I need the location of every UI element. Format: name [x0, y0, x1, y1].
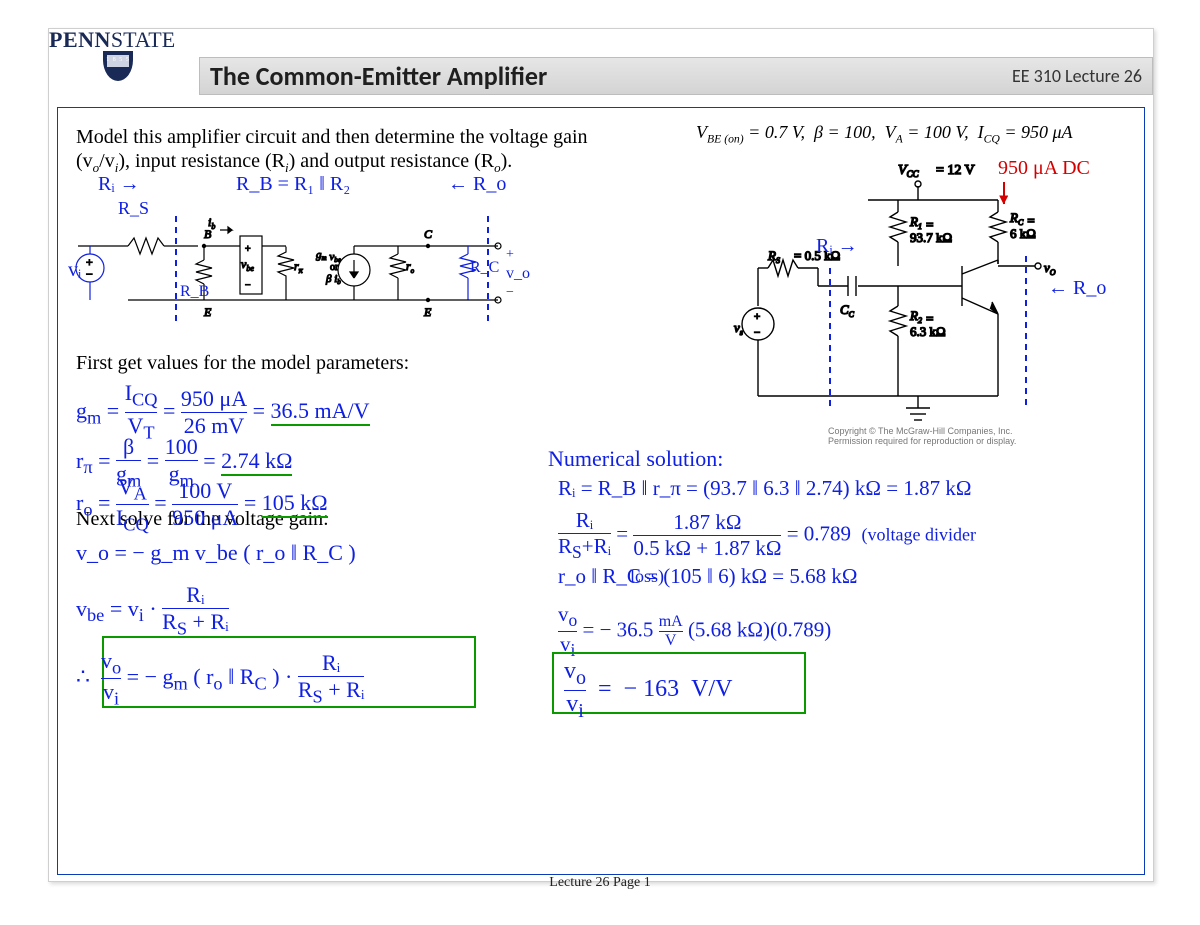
svg-text:−: − — [245, 280, 251, 291]
svg-text:← R_o: ← R_o — [1048, 277, 1106, 299]
small-signal-model: B + vbe − rπ — [68, 176, 628, 336]
svg-text:93.7 kΩ: 93.7 kΩ — [910, 230, 952, 245]
hw-num-rorc: r_o ‖ R_C = (105 ‖ 6) kΩ = 5.68 kΩ — [558, 564, 857, 589]
shield-year: 1 8 5 5 — [103, 57, 133, 63]
hw-num-ri: Rᵢ = R_B ‖ r_π = (93.7 ‖ 6.3 ‖ 2.74) kΩ … — [558, 476, 971, 501]
course-label: EE 310 Lecture 26 — [1012, 65, 1142, 87]
svg-text:6.3 kΩ: 6.3 kΩ — [910, 324, 946, 339]
slide: PENNSTATE 1 8 5 5 The Common-Emitter Amp… — [48, 28, 1154, 882]
logo-penn: PENN — [49, 27, 111, 52]
svg-text:Copyright © The McGraw-Hill Co: Copyright © The McGraw-Hill Companies, I… — [828, 426, 1013, 436]
svg-text:C: C — [424, 227, 433, 241]
svg-text:vO: vO — [1044, 260, 1056, 277]
hw-gain-final: ∴ vovi = − gm ( ro ‖ RC ) · RᵢRS + Rᵢ — [76, 648, 364, 710]
svg-text:−: − — [506, 285, 514, 300]
svg-text:950 μA DC: 950 μA DC — [998, 157, 1090, 179]
hw-ro: ro = VAICQ = 100 V950 μA = 105 kΩ — [76, 474, 328, 536]
hw-vo: v_o = − g_m v_be ( r_o ‖ R_C ) — [76, 540, 356, 566]
svg-text:6 kΩ: 6 kΩ — [1010, 226, 1036, 241]
svg-text:← R_o: ← R_o — [448, 176, 506, 195]
page-footer: Lecture 26 Page 1 — [0, 875, 1200, 891]
title-banner: The Common-Emitter Amplifier EE 310 Lect… — [199, 57, 1153, 95]
amplifier-schematic: VCC = 12 V R1 = 93.7 kΩ RC = 6 kΩ — [698, 156, 1138, 446]
svg-text:v_o: v_o — [506, 265, 530, 282]
svg-text:vᵢ: vᵢ — [68, 259, 82, 281]
logo-state: STATE — [111, 27, 175, 52]
svg-text:rπ: rπ — [294, 259, 304, 275]
printed-first-get: First get values for the model parameter… — [76, 352, 409, 375]
pennstate-logo: PENNSTATE — [49, 27, 175, 53]
hw-num-title: Numerical solution: — [548, 446, 723, 472]
content-frame: Model this amplifier circuit and then de… — [57, 107, 1145, 875]
svg-text:= 12 V: = 12 V — [936, 163, 975, 178]
svg-text:Permission required for reprod: Permission required for reproduction or … — [828, 436, 1016, 446]
svg-text:R_C: R_C — [470, 259, 499, 276]
svg-text:ro: ro — [406, 259, 415, 275]
svg-text:E: E — [423, 305, 432, 319]
svg-text:Rᵢ →: Rᵢ → — [816, 235, 858, 257]
svg-text:R_B = R₁ ‖ R₂: R_B = R₁ ‖ R₂ — [236, 176, 350, 195]
svg-text:CC: CC — [840, 302, 855, 319]
hw-vbe: vbe = vi · RᵢRS + Rᵢ — [76, 582, 229, 639]
svg-text:R_B: R_B — [180, 283, 209, 300]
svg-text:VCC: VCC — [898, 163, 920, 179]
svg-text:ib: ib — [208, 215, 215, 231]
svg-text:+: + — [754, 311, 760, 323]
svg-text:+: + — [506, 247, 514, 262]
shield-icon: 1 8 5 5 — [103, 51, 133, 81]
svg-text:R_S: R_S — [118, 198, 149, 218]
svg-text:−: − — [86, 267, 93, 281]
hw-num-result: vovi = − 163 V/V — [564, 658, 732, 723]
svg-text:+: + — [245, 244, 251, 255]
svg-text:Rᵢ →: Rᵢ → — [98, 176, 140, 195]
svg-text:or: or — [330, 262, 339, 273]
problem-line1: Model this amplifier circuit and then de… — [76, 126, 656, 149]
svg-text:−: − — [754, 327, 760, 339]
given-params: VBE (on) = 0.7 V, β = 100, VA = 100 V, I… — [696, 122, 1073, 146]
problem-line2: (vo/vi), input resistance (Ri) and outpu… — [76, 150, 512, 176]
svg-text:E: E — [203, 305, 212, 319]
slide-title: The Common-Emitter Amplifier — [210, 60, 547, 92]
